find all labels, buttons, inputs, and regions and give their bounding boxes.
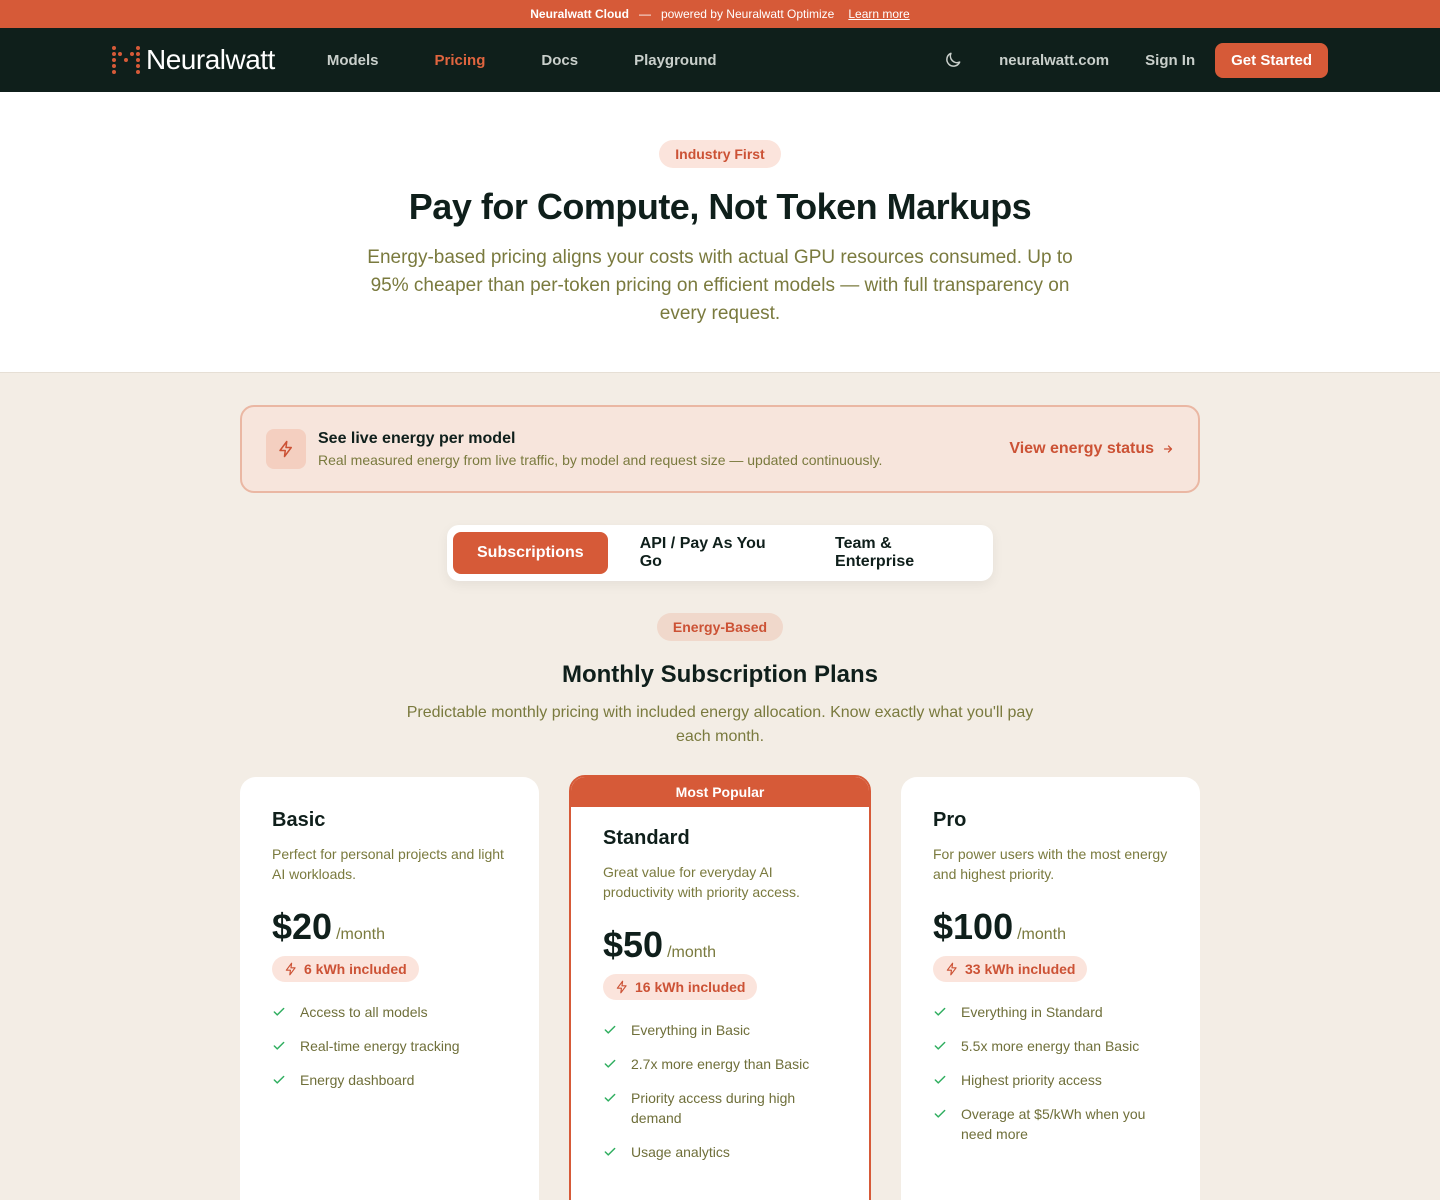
nav-link-pricing[interactable]: Pricing: [435, 52, 486, 69]
feature-item: Priority access during high demand: [603, 1088, 837, 1128]
nav-link-docs[interactable]: Docs: [541, 52, 578, 69]
nav-link-models[interactable]: Models: [327, 52, 379, 69]
feature-text: Real-time energy tracking: [300, 1038, 460, 1054]
arrow-right-icon: [1163, 445, 1173, 453]
bolt-icon: [266, 429, 306, 469]
feature-text: Everything in Standard: [961, 1004, 1103, 1020]
plan-price: $20: [272, 906, 333, 947]
plan-price: $50: [603, 924, 664, 965]
plan-period: /month: [336, 926, 385, 943]
feature-item: Everything in Basic: [603, 1020, 837, 1040]
section-title: Monthly Subscription Plans: [561, 661, 879, 688]
feature-text: Overage at $5/kWh when you need more: [961, 1106, 1146, 1142]
check-icon: [272, 1002, 288, 1022]
plan-description: Great value for everyday AI productivity…: [603, 864, 800, 900]
announcement-powered: powered by Neuralwatt Optimize: [660, 7, 835, 21]
feature-text: Access to all models: [300, 1004, 428, 1020]
plan-card-pro: Pro For power users with the most energy…: [901, 777, 1200, 1200]
feature-text: Highest priority access: [961, 1072, 1102, 1088]
feature-item: Overage at $5/kWh when you need more: [933, 1104, 1168, 1144]
feature-item: 2.7x more energy than Basic: [603, 1054, 837, 1074]
bolt-icon: [946, 962, 957, 976]
top-nav: Neuralwatt Models Pricing Docs Playgroun…: [0, 28, 1440, 92]
hero-subtitle: Energy-based pricing aligns your costs w…: [367, 247, 1073, 324]
plans-header: Energy-Based Monthly Subscription Plans …: [0, 613, 1440, 749]
check-icon: [933, 1104, 949, 1124]
bolt-icon: [616, 980, 627, 994]
feature-text: Everything in Basic: [631, 1022, 751, 1038]
plan-period: /month: [667, 944, 716, 961]
sign-in-link[interactable]: Sign In: [1145, 52, 1195, 69]
logo-mark-icon: [112, 46, 140, 74]
page-title: Pay for Compute, Not Token Markups: [408, 186, 1032, 227]
announcement-brand: Neuralwatt Cloud: [530, 7, 629, 21]
check-icon: [272, 1070, 288, 1090]
logo[interactable]: Neuralwatt: [112, 44, 275, 76]
banner-link-label: View energy status: [1009, 440, 1154, 457]
feature-list: Everything in Standard 5.5x more energy …: [933, 1002, 1168, 1144]
feature-text: Usage analytics: [631, 1144, 730, 1160]
check-icon: [603, 1020, 619, 1040]
check-icon: [933, 1002, 949, 1022]
energy-label: 16 kWh included: [635, 979, 746, 995]
feature-text: Priority access during high demand: [631, 1090, 796, 1126]
feature-item: Real-time energy tracking: [272, 1036, 507, 1056]
banner-title: See live energy per model: [318, 430, 516, 447]
feature-list: Everything in Basic 2.7x more energy tha…: [603, 1020, 837, 1162]
hero-section: Industry First Pay for Compute, Not Toke…: [0, 92, 1440, 373]
announcement-bar: Neuralwatt Cloud — powered by Neuralwatt…: [0, 0, 1440, 28]
logo-text: Neuralwatt: [146, 44, 275, 75]
plan-name: Pro: [933, 809, 967, 831]
section-subtitle: Predictable monthly pricing with include…: [406, 704, 1034, 745]
feature-text: 5.5x more energy than Basic: [961, 1038, 1140, 1054]
check-icon: [272, 1036, 288, 1056]
feature-text: Energy dashboard: [300, 1072, 415, 1088]
plan-card-basic: Basic Perfect for personal projects and …: [240, 777, 539, 1200]
feature-text: 2.7x more energy than Basic: [631, 1056, 810, 1072]
view-energy-status-link[interactable]: View energy status: [1009, 440, 1174, 458]
announcement-separator: —: [638, 7, 651, 21]
banner-subtitle: Real measured energy from live traffic, …: [318, 452, 883, 468]
tab-team-enterprise[interactable]: Team & Enterprise: [811, 523, 987, 583]
feature-list: Access to all models Real-time energy tr…: [272, 1002, 507, 1090]
feature-item: Access to all models: [272, 1002, 507, 1022]
bolt-icon: [285, 962, 296, 976]
plan-period: /month: [1017, 926, 1067, 943]
nav-right: neuralwatt.com Sign In Get Started: [943, 42, 1328, 78]
site-link[interactable]: neuralwatt.com: [999, 52, 1109, 69]
plan-price: $100: [933, 906, 1014, 947]
tab-subscriptions[interactable]: Subscriptions: [453, 532, 608, 574]
section-badge: Energy-Based: [656, 613, 784, 641]
check-icon: [603, 1088, 619, 1108]
energy-label: 33 kWh included: [965, 961, 1076, 977]
feature-item: Highest priority access: [933, 1070, 1168, 1090]
check-icon: [933, 1070, 949, 1090]
plan-description: Perfect for personal projects and light …: [272, 846, 504, 882]
energy-banner[interactable]: See live energy per model Real measured …: [240, 405, 1200, 493]
feature-item: Usage analytics: [603, 1142, 837, 1162]
plan-name: Standard: [603, 827, 690, 849]
nav-link-playground[interactable]: Playground: [634, 52, 717, 69]
feature-item: Everything in Standard: [933, 1002, 1168, 1022]
check-icon: [603, 1054, 619, 1074]
get-started-button[interactable]: Get Started: [1215, 42, 1328, 78]
hero-badge: Industry First: [659, 140, 781, 168]
plan-card-standard: Most Popular Standard Great value for ev…: [569, 775, 871, 1200]
plan-name: Basic: [272, 809, 326, 831]
energy-badge: 6 kWh included: [272, 956, 419, 982]
check-icon: [933, 1036, 949, 1056]
learn-more-link[interactable]: Learn more: [848, 7, 909, 21]
nav-links: Models Pricing Docs Playground: [327, 52, 717, 69]
pricing-tabs: Subscriptions API / Pay As You Go Team &…: [447, 525, 993, 581]
tab-api-pay-as-you-go[interactable]: API / Pay As You Go: [616, 523, 803, 583]
most-popular-ribbon: Most Popular: [571, 777, 869, 807]
plan-description: For power users with the most energy and…: [933, 846, 1168, 882]
check-icon: [603, 1142, 619, 1162]
moon-icon[interactable]: [943, 50, 963, 70]
feature-item: Energy dashboard: [272, 1070, 507, 1090]
energy-label: 6 kWh included: [304, 961, 407, 977]
feature-item: 5.5x more energy than Basic: [933, 1036, 1168, 1056]
energy-badge: 33 kWh included: [933, 956, 1088, 982]
energy-badge: 16 kWh included: [603, 974, 758, 1000]
